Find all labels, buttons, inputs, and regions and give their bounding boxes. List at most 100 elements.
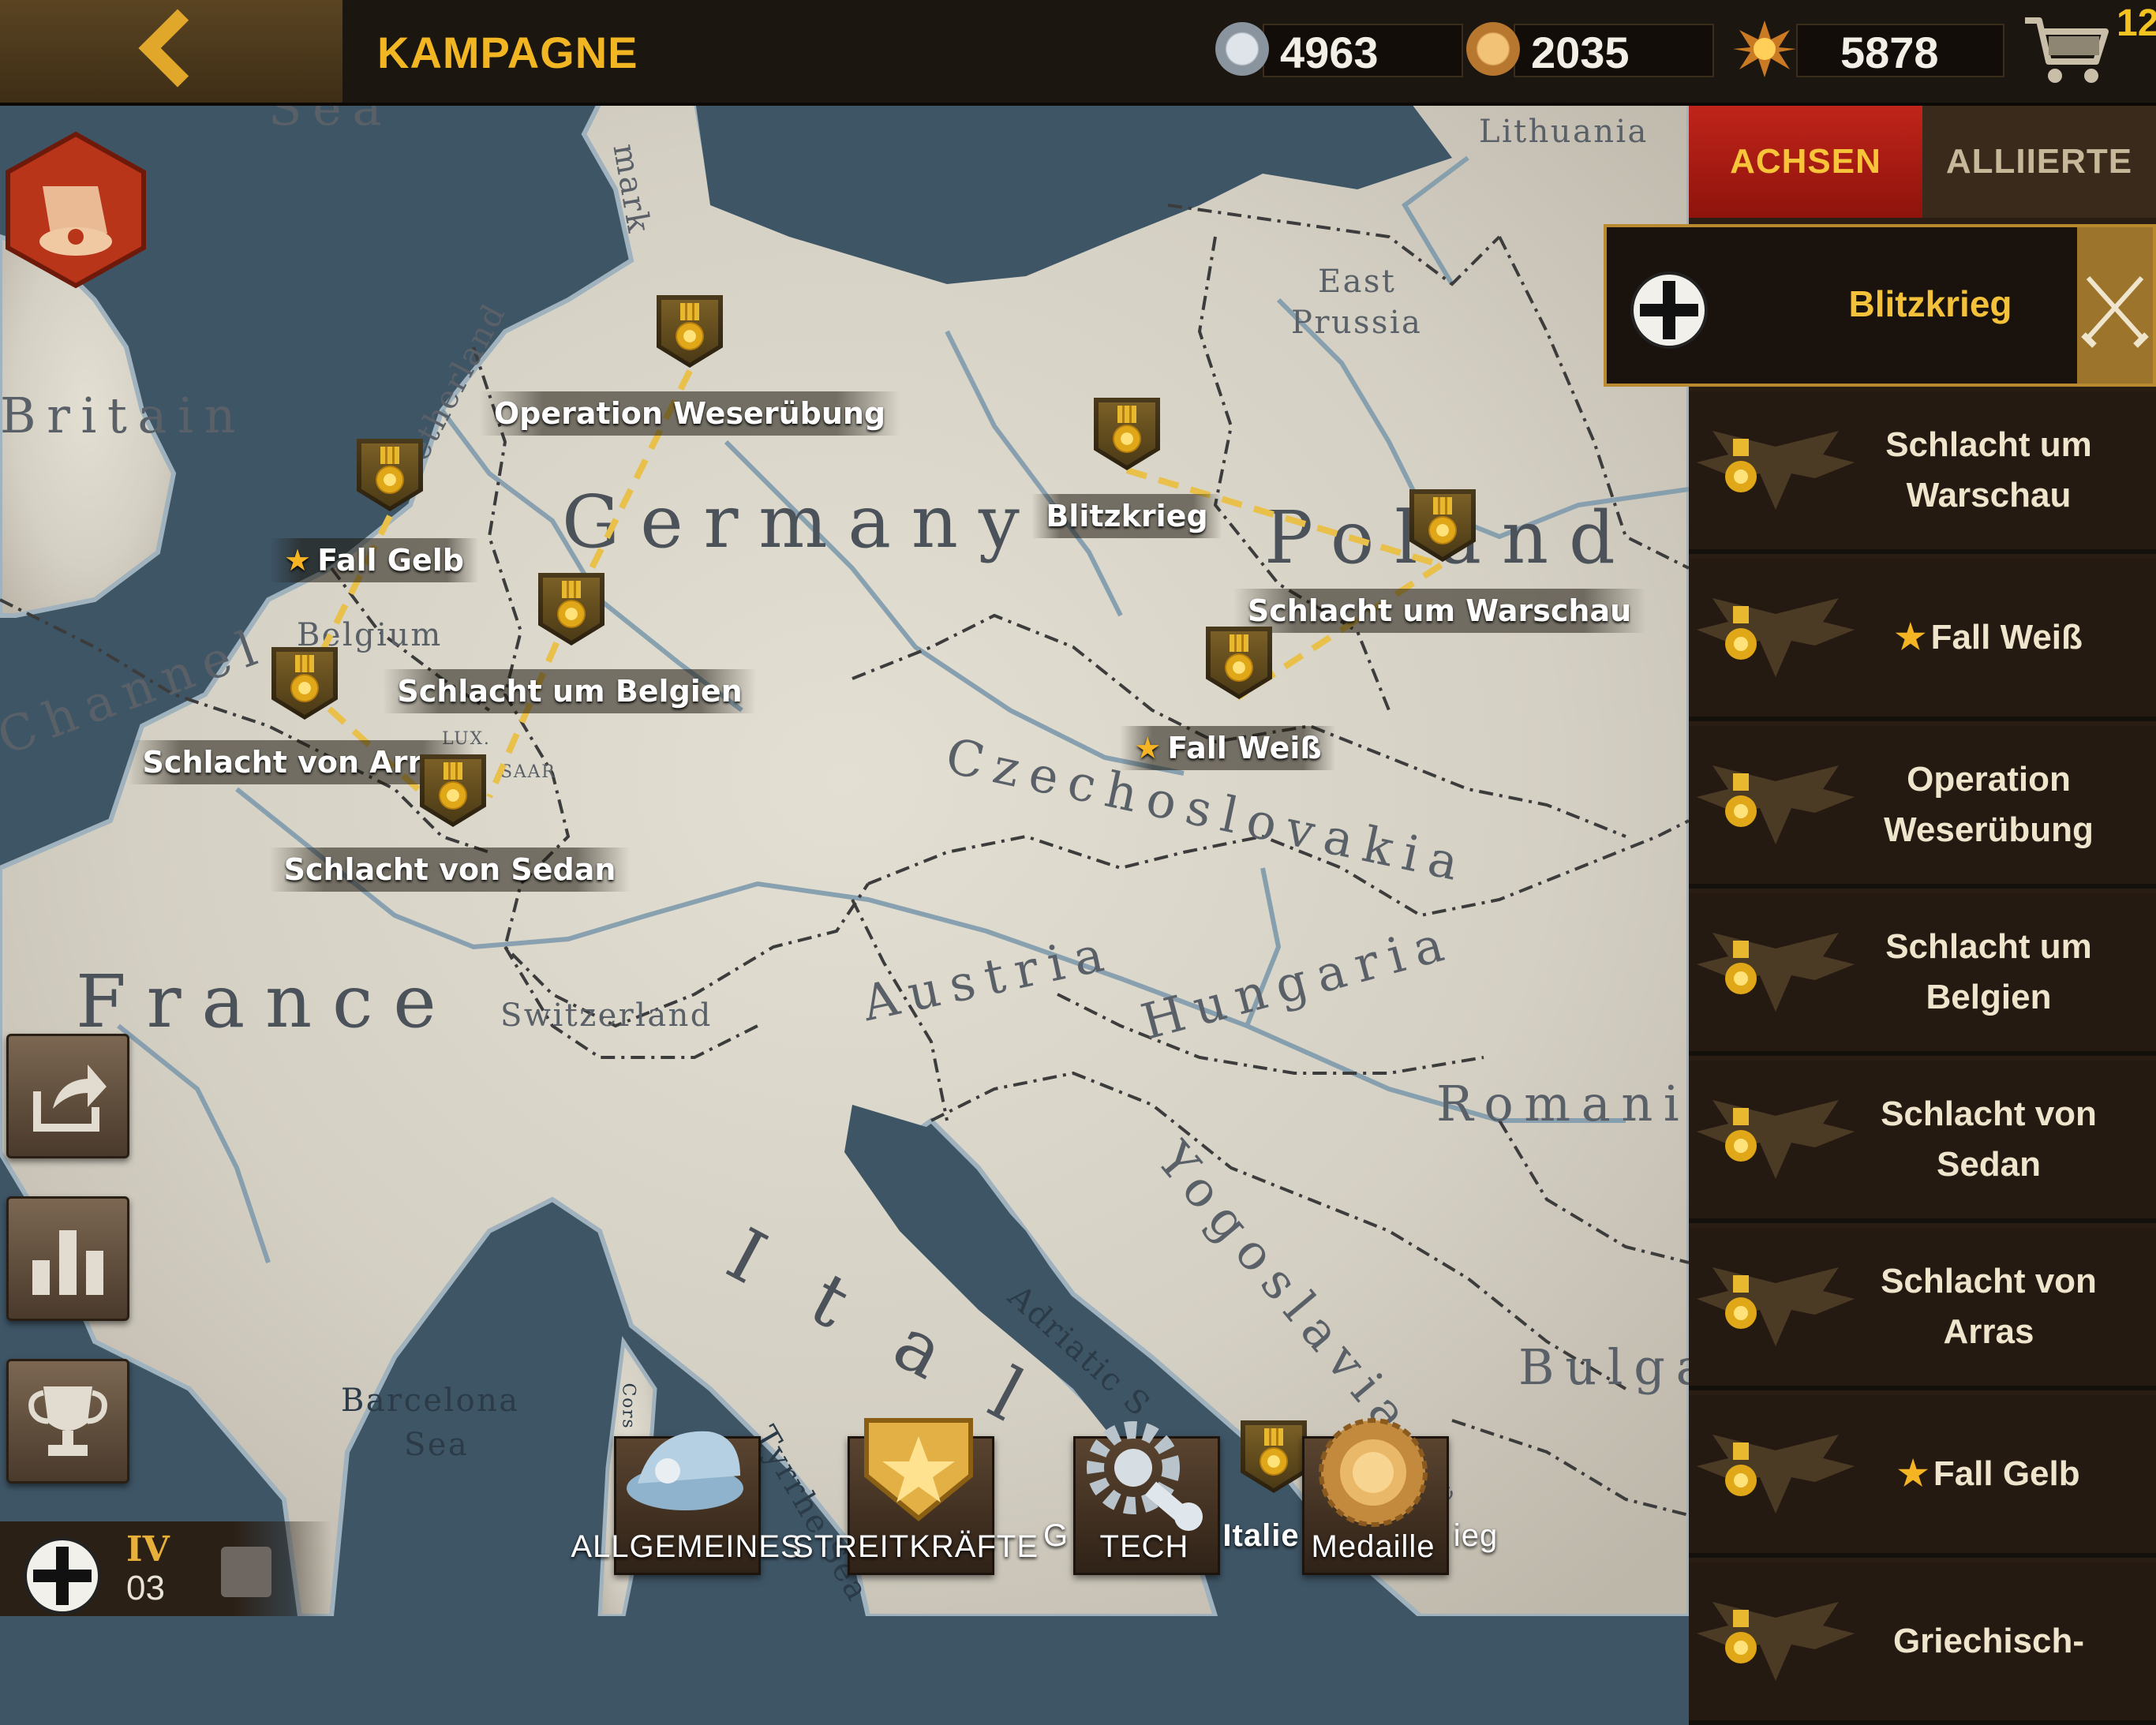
mission-title-line: Schlacht um — [1885, 425, 2092, 464]
battle-marker-fall-gelb[interactable] — [357, 439, 423, 526]
map-label-britain: Britain — [0, 387, 247, 444]
battle-label-fall-gelb[interactable]: ★ Fall Gelb — [270, 538, 478, 582]
gold-medal-icon — [1725, 1108, 1757, 1162]
mission-title: Schlacht um Warschau — [1839, 391, 2139, 549]
gold-medal-icon — [1725, 773, 1757, 827]
start-battle-button[interactable] — [2077, 227, 2153, 384]
medal-ribbon-icon — [1230, 634, 1248, 652]
selected-mission-name: Blitzkrieg — [1848, 283, 2012, 324]
honor-star-icon — [1733, 21, 1796, 77]
mission-title: Schlacht um Belgien — [1839, 893, 2139, 1051]
mission-list-item[interactable]: Schlacht von Sedan — [1689, 1061, 2156, 1223]
mission-title-line: Schlacht von — [1881, 1094, 2097, 1133]
battle-label-belgien[interactable]: Schlacht um Belgien — [383, 669, 757, 713]
mission-title: Schlacht von Sedan — [1839, 1061, 2139, 1218]
battle-marker-fall-weiss[interactable] — [1206, 627, 1272, 713]
map-label-barcelona-sea-1: Barcelona — [341, 1383, 520, 1419]
statistics-button[interactable] — [6, 1196, 129, 1321]
map-label-switzerland: Switzerland — [500, 997, 713, 1034]
battle-label-text: Fall Weiß — [1167, 731, 1322, 765]
gold-medal-icon — [1725, 1275, 1757, 1329]
battle-marker-sedan[interactable] — [420, 754, 486, 841]
battle-label-blitzkrieg[interactable]: Blitzkrieg — [1031, 494, 1222, 538]
mission-list-item[interactable]: Griechisch- — [1689, 1562, 2156, 1725]
battle-marker-italy[interactable] — [1241, 1420, 1307, 1507]
tab-label: ALLIIERTE — [1945, 142, 2133, 181]
eagle-emblem-icon — [1697, 933, 1855, 1012]
honor-counter: 5878 — [1733, 21, 2004, 77]
gold-medal-icon — [1725, 1610, 1757, 1663]
mission-list-item[interactable]: Operation Weserübung — [1689, 726, 2156, 889]
player-rank[interactable]: IV 03 — [0, 1521, 331, 1616]
mission-list-item[interactable]: ★ Fall Weiß — [1689, 559, 2156, 721]
medal-ribbon-icon — [1264, 1428, 1283, 1446]
mission-title-line: Weserübung — [1884, 810, 2094, 849]
gold-medal-icon — [1725, 606, 1757, 660]
selected-mission-card[interactable]: Blitzkrieg — [1604, 224, 2156, 387]
mission-title: ★ Fall Weiß — [1839, 559, 2139, 717]
battle-marker-warschau[interactable] — [1409, 489, 1476, 576]
battle-label-text: Operation Weserübung — [493, 396, 886, 431]
bar-chart-icon — [32, 1230, 103, 1295]
tab-label: ACHSEN — [1730, 142, 1881, 181]
mission-title-line: Fall Gelb — [1933, 1454, 2080, 1493]
tech-menu-label: TECH — [1099, 1529, 1189, 1564]
share-button[interactable] — [6, 1034, 129, 1158]
shop-cart-icon[interactable] — [2020, 13, 2115, 88]
gold-medal-icon — [1260, 1447, 1288, 1476]
gear-wrench-icon — [1087, 1421, 1203, 1531]
battle-marker-blitzkrieg[interactable] — [1094, 398, 1160, 485]
mission-title-line: Griechisch- — [1892, 1622, 2085, 1660]
gold-medal-icon — [376, 466, 404, 494]
bronze-medal-counter: 2035 — [1466, 21, 1714, 77]
battle-label-weseruebung[interactable]: Operation Weserübung — [479, 391, 900, 436]
battle-marker-belgien[interactable] — [538, 573, 605, 660]
mission-title: Operation Weserübung — [1839, 726, 2139, 884]
mission-list-item[interactable]: Schlacht um Belgien — [1689, 893, 2156, 1056]
battle-label-text: Schlacht von Sedan — [283, 852, 616, 887]
forces-menu-label: STREITKRÄFTE — [792, 1529, 1039, 1564]
iron-cross-icon — [1630, 271, 1708, 349]
iron-cross-icon — [24, 1537, 101, 1615]
battle-label-text: Schlacht von Arras — [142, 745, 461, 780]
mission-title-line: Schlacht um — [1885, 927, 2092, 966]
map-label-east-prussia-1: East — [1318, 264, 1397, 300]
trophy-icon — [28, 1386, 107, 1456]
medal-ribbon-icon — [1117, 406, 1136, 423]
bronze-medal-icon — [1466, 22, 1520, 76]
general-menu-label: ALLGEMEINES — [571, 1529, 803, 1564]
eagle-emblem-icon — [1697, 1435, 1855, 1514]
battle-marker-weseruebung[interactable] — [657, 295, 723, 382]
star-icon: ★ — [1897, 1454, 1929, 1493]
medal-ribbon-icon — [562, 581, 581, 598]
achievements-button[interactable] — [6, 1359, 129, 1484]
battle-label-warschau[interactable]: Schlacht um Warschau — [1233, 589, 1646, 633]
star-icon: ★ — [284, 543, 312, 578]
general-profile-button[interactable] — [3, 131, 148, 289]
rank-level: 03 — [126, 1569, 165, 1607]
tab-allies[interactable]: ALLIIERTE — [1922, 106, 2156, 218]
map-label-bulgaria: Bulgari — [1518, 1338, 1689, 1396]
map-label-france: France — [76, 960, 457, 1044]
eagle-emblem-icon — [1697, 598, 1855, 677]
mission-list-item[interactable]: Schlacht von Arras — [1689, 1228, 2156, 1390]
mission-list-item[interactable]: ★ Fall Gelb — [1689, 1395, 2156, 1558]
eagle-emblem-icon — [1697, 1267, 1855, 1346]
mission-title: ★ Fall Gelb — [1839, 1395, 2139, 1553]
eagle-emblem-icon — [1697, 1100, 1855, 1179]
tab-axis[interactable]: ACHSEN — [1689, 106, 1922, 218]
save-icon[interactable] — [221, 1547, 271, 1597]
bronze-medal-value: 2035 — [1531, 28, 1630, 77]
battle-label-italy[interactable]: Italie — [1222, 1518, 1299, 1554]
map-label-east-prussia-2: Prussia — [1291, 305, 1423, 341]
map-terrain — [0, 0, 1689, 1616]
campaign-map[interactable]: Sea Britain mark Lithuania East Prussia … — [0, 0, 1689, 1616]
gold-medal-icon — [1113, 425, 1141, 453]
battle-marker-arras[interactable] — [271, 647, 338, 734]
battle-label-fall-weiss[interactable]: ★ Fall Weiß — [1120, 726, 1336, 770]
mission-title: Griechisch- — [1839, 1562, 2139, 1720]
battle-label-sedan[interactable]: Schlacht von Sedan — [269, 848, 631, 892]
mission-title-line: Belgien — [1926, 978, 2052, 1016]
mission-list-item[interactable]: Schlacht um Warschau — [1689, 391, 2156, 554]
back-button[interactable] — [0, 0, 342, 103]
